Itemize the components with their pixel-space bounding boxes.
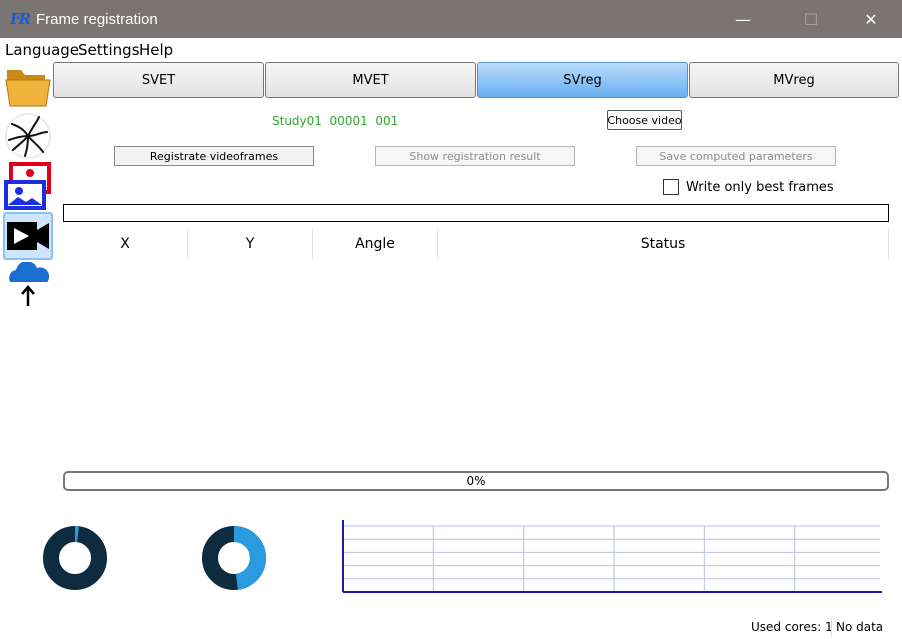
choose-video-button[interactable]: Choose video (607, 110, 682, 130)
status-bar: Used cores: 1 No data (0, 615, 902, 639)
menu-settings[interactable]: Settings (78, 41, 140, 59)
app-logo-icon: FR (10, 10, 31, 28)
title-bar: FR Frame registration — ☐ ✕ (0, 0, 902, 38)
save-computed-parameters-button[interactable]: Save computed parameters (636, 146, 836, 166)
tab-svet[interactable]: SVET (53, 62, 264, 98)
column-angle[interactable]: Angle (313, 229, 438, 259)
column-y[interactable]: Y (188, 229, 313, 259)
write-best-frames-checkbox[interactable] (663, 179, 679, 195)
write-best-frames-row[interactable]: Write only best frames (663, 178, 834, 196)
study-label: Study01 00001 001 (272, 114, 399, 128)
maximize-button[interactable]: ☐ (788, 0, 834, 38)
minimize-button[interactable]: — (720, 0, 766, 38)
frames-strip (63, 204, 889, 222)
folder-icon[interactable] (3, 62, 53, 110)
performance-line-chart (342, 520, 882, 593)
tab-mvreg[interactable]: MVreg (689, 62, 899, 98)
tab-mvet[interactable]: MVET (265, 62, 476, 98)
column-status[interactable]: Status (438, 229, 889, 259)
write-best-frames-label: Write only best frames (686, 179, 834, 195)
results-table-header: X Y Angle Status (63, 229, 889, 259)
vessel-icon[interactable] (3, 112, 53, 160)
column-x[interactable]: X (63, 229, 188, 259)
video-icon[interactable] (3, 212, 53, 260)
show-registration-result-button[interactable]: Show registration result (375, 146, 575, 166)
status-separator (831, 617, 832, 637)
left-toolbar (0, 60, 54, 320)
menu-language[interactable]: Language (5, 41, 79, 59)
image-stack-icon[interactable] (3, 162, 53, 210)
window-title: Frame registration (36, 11, 158, 28)
registrate-videoframes-button[interactable]: Registrate videoframes (114, 146, 314, 166)
progress-label: 0% (466, 474, 486, 488)
cpu-donut-chart (43, 526, 107, 590)
progress-bar: 0% (63, 471, 889, 491)
module-tabs: SVET MVET SVreg MVreg (53, 62, 899, 98)
menu-help[interactable]: Help (139, 41, 173, 59)
cloud-upload-icon[interactable] (3, 261, 53, 310)
tab-svreg[interactable]: SVreg (477, 62, 688, 98)
memory-donut-chart (202, 526, 266, 590)
data-status: No data (836, 620, 884, 634)
menu-bar: Language Settings Help (0, 38, 902, 60)
used-cores-status: Used cores: 1 (751, 620, 833, 634)
close-button[interactable]: ✕ (848, 0, 894, 38)
